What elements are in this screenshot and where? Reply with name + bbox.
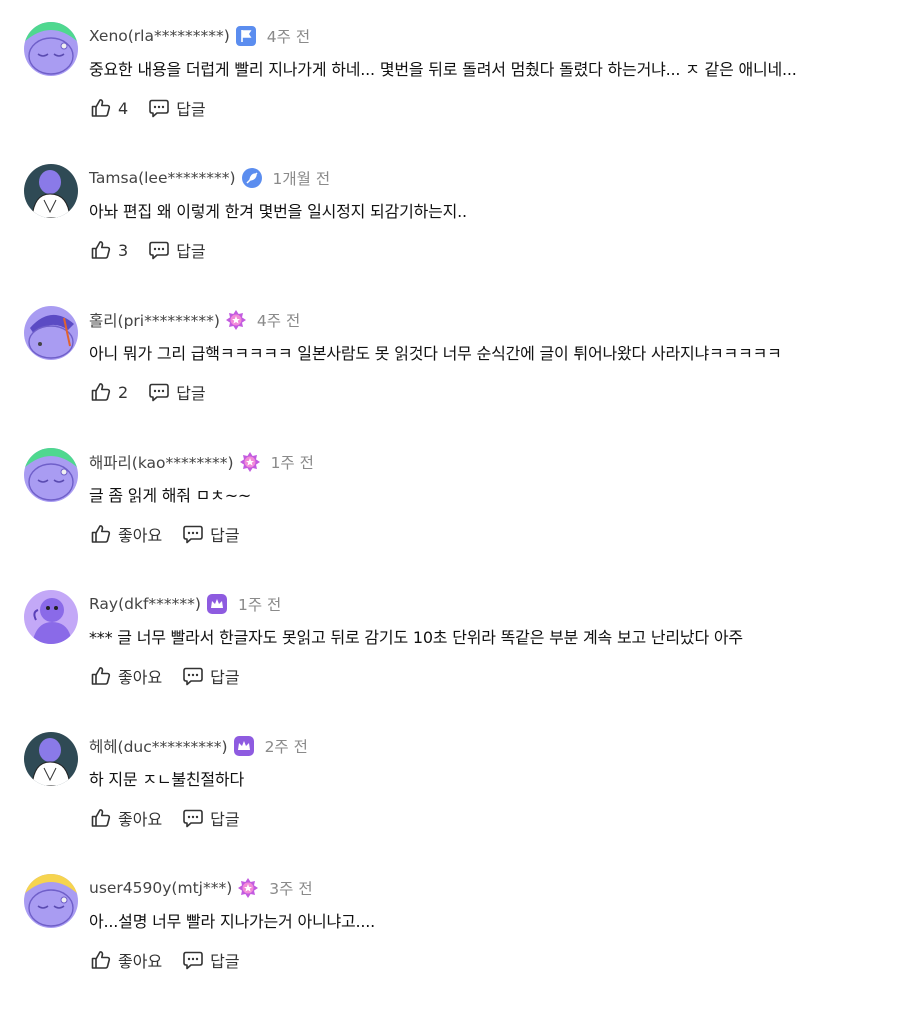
star-badge-icon xyxy=(239,451,261,473)
avatar[interactable] xyxy=(24,732,78,786)
reply-button[interactable]: 답글 xyxy=(182,664,240,688)
comment-meta: user4590y(mtj***) 3주 전 xyxy=(89,877,313,899)
comment-text: 중요한 내용을 더럽게 빨리 지나가게 하네... 몇번을 뒤로 돌려서 멈췄다… xyxy=(89,60,797,79)
avatar[interactable] xyxy=(24,590,78,644)
comment-actions: 2 답글 xyxy=(90,380,206,404)
speech-bubble-icon xyxy=(148,239,170,261)
reply-button[interactable]: 답글 xyxy=(182,522,240,546)
comment-text: *** 글 너무 빨라서 한글자도 못읽고 뒤로 감기도 10초 단위라 똑같은… xyxy=(89,628,743,647)
reply-button[interactable]: 답글 xyxy=(148,238,206,262)
timestamp: 1개월 전 xyxy=(272,170,331,188)
speech-bubble-icon xyxy=(182,949,204,971)
speech-bubble-icon xyxy=(182,807,204,829)
avatar[interactable] xyxy=(24,306,78,360)
comment-text: 아니 뭐가 그리 급핵ㅋㅋㅋㅋㅋ 일본사람도 못 읽것다 너무 순식간에 글이 … xyxy=(89,344,782,363)
reply-label: 답글 xyxy=(210,810,240,829)
crown-badge-icon xyxy=(206,593,228,615)
feather-badge-icon xyxy=(241,167,263,189)
timestamp: 1주 전 xyxy=(270,454,314,472)
comment-text: 아놔 편집 왜 이렇게 한겨 몇번을 일시정지 되감기하는지.. xyxy=(89,202,467,221)
thumbs-up-icon xyxy=(90,239,112,261)
timestamp: 2주 전 xyxy=(264,738,308,756)
username[interactable]: Xeno(rla*********) xyxy=(89,27,230,45)
comment-actions: 4 답글 xyxy=(90,96,206,120)
reply-label: 답글 xyxy=(176,100,206,119)
timestamp: 3주 전 xyxy=(269,880,313,898)
reply-label: 답글 xyxy=(210,668,240,687)
timestamp: 1주 전 xyxy=(237,596,282,614)
crown-badge-icon xyxy=(233,735,255,757)
like-label: 좋아요 xyxy=(118,668,163,687)
comment-meta: 해파리(kao********) 1주 전 xyxy=(89,451,314,473)
comment-item: 홀리(pri*********) 4주 전 아니 뭐가 그리 급핵ㅋㅋㅋㅋㅋ 일… xyxy=(24,306,884,448)
comment-text: 글 좀 읽게 해줘 ㅁㅊ~~ xyxy=(89,486,252,505)
comment-meta: 홀리(pri*********) 4주 전 xyxy=(89,309,300,331)
username[interactable]: 해파리(kao********) xyxy=(89,451,234,473)
avatar[interactable] xyxy=(24,164,78,218)
reply-button[interactable]: 답글 xyxy=(182,806,240,830)
comment-item: 헤헤(duc*********) 2주 전 하 지문 ㅈㄴ불친절하다 좋아요 답… xyxy=(24,732,884,874)
like-label: 2 xyxy=(118,382,129,402)
reply-label: 답글 xyxy=(210,526,240,545)
like-label: 좋아요 xyxy=(118,526,163,545)
thumbs-up-icon xyxy=(90,97,112,119)
reply-label: 답글 xyxy=(176,242,206,261)
comment-item: 해파리(kao********) 1주 전 글 좀 읽게 해줘 ㅁㅊ~~ 좋아요… xyxy=(24,448,884,590)
speech-bubble-icon xyxy=(148,381,170,403)
avatar[interactable] xyxy=(24,874,78,928)
speech-bubble-icon xyxy=(182,523,204,545)
like-button[interactable]: 좋아요 xyxy=(90,948,162,972)
comment-actions: 좋아요 답글 xyxy=(90,806,240,830)
reply-button[interactable]: 답글 xyxy=(148,380,206,404)
thumbs-up-icon xyxy=(90,949,112,971)
timestamp: 4주 전 xyxy=(256,312,301,330)
timestamp: 4주 전 xyxy=(266,28,311,46)
avatar[interactable] xyxy=(24,448,78,502)
comment-text: 하 지문 ㅈㄴ불친절하다 xyxy=(89,770,244,789)
comment-item: Tamsa(lee********) 1개월 전 아놔 편집 왜 이렇게 한겨 … xyxy=(24,164,884,306)
star-badge-icon xyxy=(237,877,259,899)
comment-meta: 헤헤(duc*********) 2주 전 xyxy=(89,735,308,757)
speech-bubble-icon xyxy=(148,97,170,119)
like-button[interactable]: 좋아요 xyxy=(90,664,162,688)
speech-bubble-icon xyxy=(182,665,204,687)
comment-item: Ray(dkf******) 1주 전 *** 글 너무 빨라서 한글자도 못읽… xyxy=(24,590,884,732)
reply-button[interactable]: 답글 xyxy=(182,948,240,972)
username[interactable]: 헤헤(duc*********) xyxy=(89,735,228,757)
comment-item: Xeno(rla*********) 4주 전 중요한 내용을 더럽게 빨리 지… xyxy=(24,22,884,164)
like-label: 좋아요 xyxy=(118,810,163,829)
reply-label: 답글 xyxy=(210,952,240,971)
comment-actions: 좋아요 답글 xyxy=(90,522,240,546)
reply-button[interactable]: 답글 xyxy=(148,96,206,120)
like-label: 3 xyxy=(118,240,129,260)
comment-actions: 좋아요 답글 xyxy=(90,948,240,972)
username[interactable]: user4590y(mtj***) xyxy=(89,879,232,897)
thumbs-up-icon xyxy=(90,807,112,829)
comment-meta: Tamsa(lee********) 1개월 전 xyxy=(89,167,330,189)
like-button[interactable]: 2 xyxy=(90,381,128,403)
comment-meta: Ray(dkf******) 1주 전 xyxy=(89,593,281,615)
comment-actions: 좋아요 답글 xyxy=(90,664,240,688)
thumbs-up-icon xyxy=(90,523,112,545)
comment-item: user4590y(mtj***) 3주 전 아...설명 너무 빨라 지나가는… xyxy=(24,874,884,1016)
flag-badge-icon xyxy=(235,25,257,47)
comment-meta: Xeno(rla*********) 4주 전 xyxy=(89,25,310,47)
thumbs-up-icon xyxy=(90,381,112,403)
reply-label: 답글 xyxy=(176,384,206,403)
avatar[interactable] xyxy=(24,22,78,76)
star-badge-icon xyxy=(225,309,247,331)
like-button[interactable]: 좋아요 xyxy=(90,522,162,546)
like-label: 4 xyxy=(118,98,129,118)
comment-text: 아...설명 너무 빨라 지나가는거 아니냐고.... xyxy=(89,912,376,931)
like-button[interactable]: 3 xyxy=(90,239,128,261)
comment-actions: 3 답글 xyxy=(90,238,206,262)
thumbs-up-icon xyxy=(90,665,112,687)
username[interactable]: 홀리(pri*********) xyxy=(89,309,220,331)
like-button[interactable]: 4 xyxy=(90,97,128,119)
like-label: 좋아요 xyxy=(118,952,163,971)
username[interactable]: Tamsa(lee********) xyxy=(89,169,236,187)
like-button[interactable]: 좋아요 xyxy=(90,806,162,830)
username[interactable]: Ray(dkf******) xyxy=(89,595,201,613)
